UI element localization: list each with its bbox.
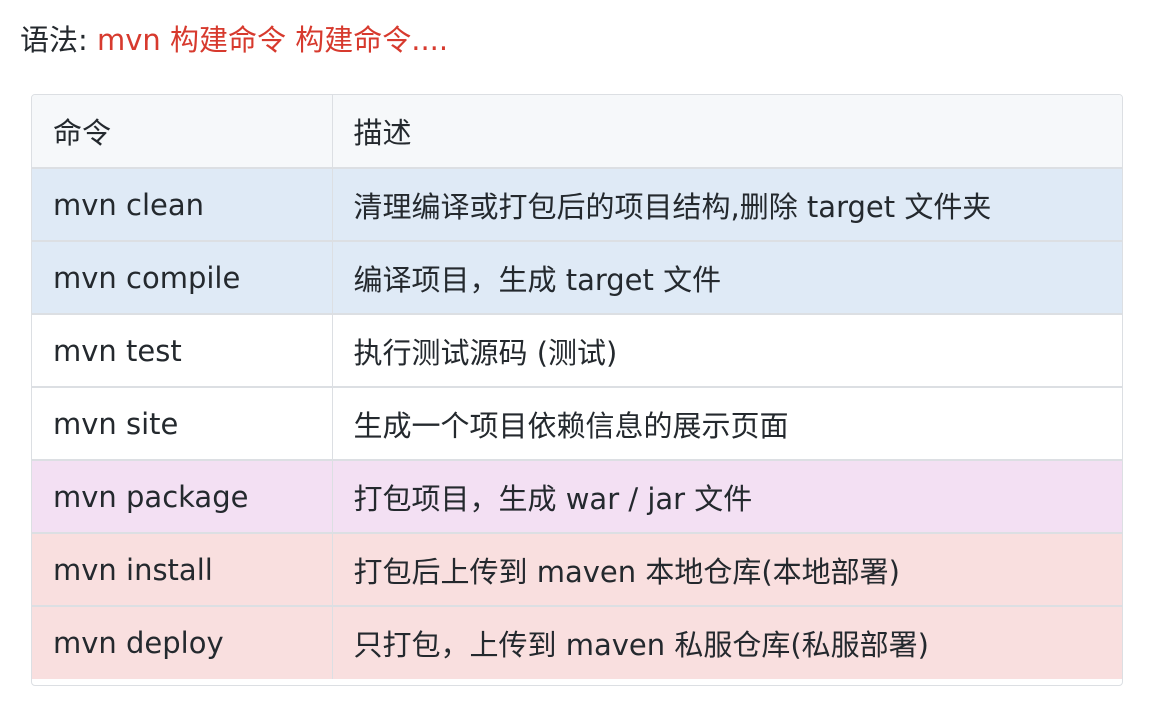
table-body: mvn clean 清理编译或打包后的项目结构,删除 target 文件夹 mv… xyxy=(32,168,1122,679)
maven-commands-table: 命令 描述 mvn clean 清理编译或打包后的项目结构,删除 target … xyxy=(31,94,1123,686)
description-cell: 清理编译或打包后的项目结构,删除 target 文件夹 xyxy=(332,168,1122,242)
command-cell: mvn site xyxy=(32,387,333,461)
table-row: mvn install 打包后上传到 maven 本地仓库(本地部署) xyxy=(32,533,1122,607)
table-row: mvn package 打包项目，生成 war / jar 文件 xyxy=(32,460,1122,534)
syntax-line: 语法: mvn 构建命令 构建命令.... xyxy=(20,16,448,64)
command-cell: mvn test xyxy=(32,314,333,388)
table-row: mvn clean 清理编译或打包后的项目结构,删除 target 文件夹 xyxy=(32,168,1122,242)
commands-table: 命令 描述 mvn clean 清理编译或打包后的项目结构,删除 target … xyxy=(32,95,1122,679)
header-description: 描述 xyxy=(332,95,1122,169)
command-cell: mvn package xyxy=(32,460,333,534)
description-cell: 执行测试源码 (测试) xyxy=(332,314,1122,388)
description-cell: 编译项目，生成 target 文件 xyxy=(332,241,1122,315)
description-cell: 生成一个项目依赖信息的展示页面 xyxy=(332,387,1122,461)
description-cell: 打包项目，生成 war / jar 文件 xyxy=(332,460,1122,534)
table-row: mvn test 执行测试源码 (测试) xyxy=(32,314,1122,388)
table-row: mvn compile 编译项目，生成 target 文件 xyxy=(32,241,1122,315)
table-header: 命令 描述 xyxy=(32,95,1122,169)
command-cell: mvn deploy xyxy=(32,606,333,679)
table-row: mvn deploy 只打包，上传到 maven 私服仓库(私服部署) xyxy=(32,606,1122,679)
description-cell: 只打包，上传到 maven 私服仓库(私服部署) xyxy=(332,606,1122,679)
header-row: 命令 描述 xyxy=(32,95,1122,169)
syntax-code: mvn 构建命令 构建命令.... xyxy=(97,23,449,57)
header-command: 命令 xyxy=(32,95,333,169)
command-cell: mvn compile xyxy=(32,241,333,315)
syntax-label: 语法: xyxy=(20,23,88,57)
description-cell: 打包后上传到 maven 本地仓库(本地部署) xyxy=(332,533,1122,607)
command-cell: mvn clean xyxy=(32,168,333,242)
table-row: mvn site 生成一个项目依赖信息的展示页面 xyxy=(32,387,1122,461)
command-cell: mvn install xyxy=(32,533,333,607)
